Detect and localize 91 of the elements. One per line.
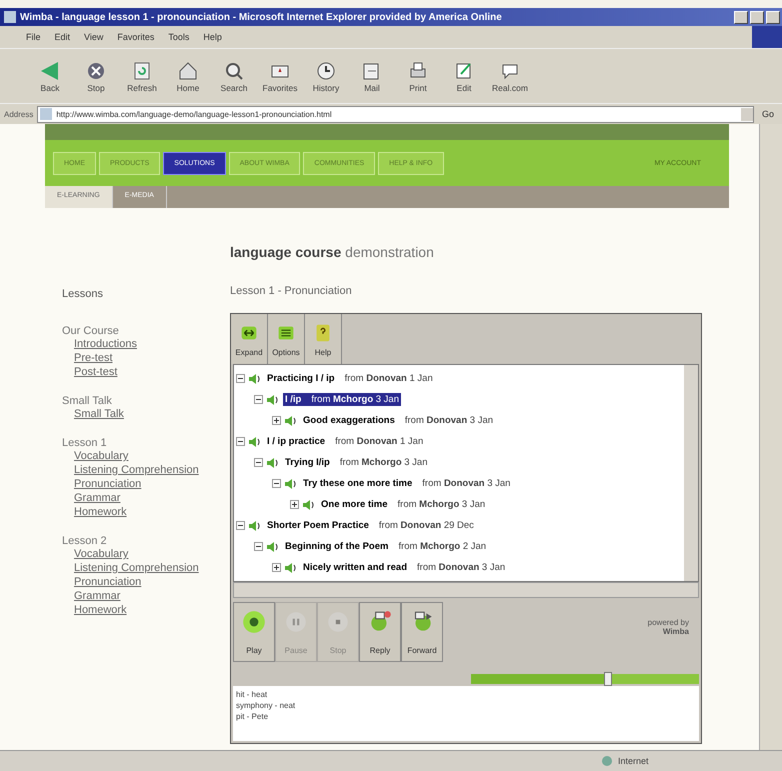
lesson-link[interactable]: Pronunciation	[74, 477, 142, 491]
lesson-link[interactable]: Homework	[74, 505, 127, 519]
toolbar-button[interactable]: Home	[168, 59, 208, 93]
menu-item[interactable]: Favorites	[111, 32, 160, 42]
lesson-link[interactable]: Small Talk	[74, 407, 124, 421]
lesson-link[interactable]: Vocabulary	[74, 449, 128, 463]
expand-toggle[interactable]	[272, 416, 281, 425]
speaker-icon	[284, 562, 298, 574]
lesson-title: Lesson 1 - Pronunciation	[230, 285, 353, 297]
toolbar-button[interactable]: Refresh	[122, 59, 162, 93]
message-item[interactable]: Good exaggerations from Donovan 3 Jan	[301, 414, 496, 427]
window-title: Wimba - language lesson 1 - pronounciation - Microsoft Internet Explorer provided by America Online	[20, 12, 503, 22]
group-label: Our Course	[62, 325, 119, 337]
collapse-toggle[interactable]	[236, 521, 245, 530]
scrollbar[interactable]	[684, 365, 698, 581]
group-label: Lesson 2	[62, 535, 107, 547]
toolbar-button[interactable]: Mail	[352, 59, 392, 93]
toolbar-button[interactable]: Stop	[76, 59, 116, 93]
menu-item[interactable]: Edit	[48, 32, 76, 42]
close-button[interactable]	[766, 10, 780, 24]
message-item[interactable]: Nicely written and read from Donovan 3 Jan	[301, 561, 508, 574]
expand-toggle[interactable]	[272, 563, 281, 572]
forward-button[interactable]: Forward	[401, 602, 443, 662]
speaker-icon	[266, 456, 280, 468]
toolbar-button[interactable]: History	[306, 59, 346, 93]
collapse-toggle[interactable]	[272, 479, 281, 488]
lesson-link[interactable]: Homework	[74, 603, 127, 617]
page-heading: language course demonstration	[230, 244, 435, 260]
lesson-link[interactable]: Pronunciation	[74, 575, 142, 589]
speaker-icon	[248, 436, 262, 448]
collapse-toggle[interactable]	[236, 437, 245, 446]
lesson-link[interactable]: Post-test	[74, 365, 118, 379]
collapse-toggle[interactable]	[254, 542, 263, 551]
note-line: pit - Pete	[236, 711, 270, 722]
menu-item[interactable]: View	[78, 32, 110, 42]
play-icon	[241, 608, 267, 635]
reply-button[interactable]: Reply	[359, 602, 401, 662]
play-button[interactable]: Play	[233, 602, 275, 662]
toolbar-button[interactable]: Help	[305, 314, 342, 364]
speaker-icon	[302, 498, 316, 510]
speaker-icon	[284, 414, 298, 426]
toolbar-button[interactable]: Print	[398, 59, 438, 93]
minimize-button[interactable]	[734, 10, 748, 24]
toolbar-button[interactable]: Options	[268, 314, 305, 364]
lesson-link[interactable]: Introductions	[74, 337, 137, 351]
toolbar-button[interactable]: Edit	[444, 59, 484, 93]
group-label: Lesson 1	[62, 437, 107, 449]
menu-item[interactable]: Tools	[162, 32, 196, 42]
note-line: hit - heat	[236, 689, 268, 700]
lesson-link[interactable]: Listening Comprehension	[74, 463, 199, 477]
lesson-link[interactable]: Vocabulary	[74, 547, 128, 561]
slider-handle[interactable]	[604, 672, 612, 686]
message-item[interactable]: Try these one more time from Donovan 3 Jan	[301, 477, 512, 490]
scrollbar[interactable]	[759, 124, 782, 750]
address-label: Address	[4, 110, 34, 118]
powered-by-text: powered by Wimba	[646, 617, 690, 636]
expand-toggle[interactable]	[290, 500, 299, 509]
lesson-link[interactable]: Grammar	[74, 589, 120, 603]
message-item[interactable]: I /ip from Mchorgo 3 Jan	[283, 393, 402, 406]
message-item[interactable]: One more time from Mchorgo 3 Jan	[319, 498, 488, 511]
toolbar-button[interactable]: Back	[30, 59, 70, 93]
speaker-icon	[266, 394, 280, 406]
menu-item[interactable]: File	[20, 32, 47, 42]
toolbar-button[interactable]: Expand	[231, 314, 268, 364]
collapse-toggle[interactable]	[254, 395, 263, 404]
sidebar-title: Lessons	[62, 288, 104, 300]
group-label: Small Talk	[62, 395, 112, 407]
toolbar-button[interactable]: Search	[214, 59, 254, 93]
lesson-link[interactable]: Grammar	[74, 491, 120, 505]
message-item[interactable]: Practicing I / ip from Donovan 1 Jan	[265, 372, 435, 385]
lesson-link[interactable]: Listening Comprehension	[74, 561, 199, 575]
address-field[interactable]: http://www.wimba.com/language-demo/language-lesson1-pronounciation.html	[37, 106, 754, 122]
message-item[interactable]: Shorter Poem Practice from Donovan 29 Dec	[265, 519, 476, 532]
maximize-button[interactable]	[750, 10, 764, 24]
toolbar-button[interactable]: Real.com	[490, 59, 530, 93]
collapse-toggle[interactable]	[254, 458, 263, 467]
speaker-icon	[248, 372, 262, 384]
status-zone: Internet	[618, 756, 649, 766]
speaker-icon	[266, 540, 280, 552]
collapse-toggle[interactable]	[236, 374, 245, 383]
note-line: symphony - neat	[236, 700, 296, 711]
message-item[interactable]: I / ip practice from Donovan 1 Jan	[265, 435, 426, 448]
menu-item[interactable]: Help	[197, 32, 228, 42]
go-button[interactable]: Go	[758, 109, 778, 119]
speaker-icon	[248, 520, 262, 532]
toolbar-button[interactable]: Favorites	[260, 59, 300, 93]
lesson-link[interactable]: Pre-test	[74, 351, 113, 365]
scrollbar[interactable]	[233, 582, 699, 598]
message-item[interactable]: Beginning of the Poem from Mchorgo 2 Jan	[283, 540, 488, 553]
message-item[interactable]: Trying I/ip from Mchorgo 3 Jan	[283, 456, 430, 469]
speaker-icon	[284, 478, 298, 490]
